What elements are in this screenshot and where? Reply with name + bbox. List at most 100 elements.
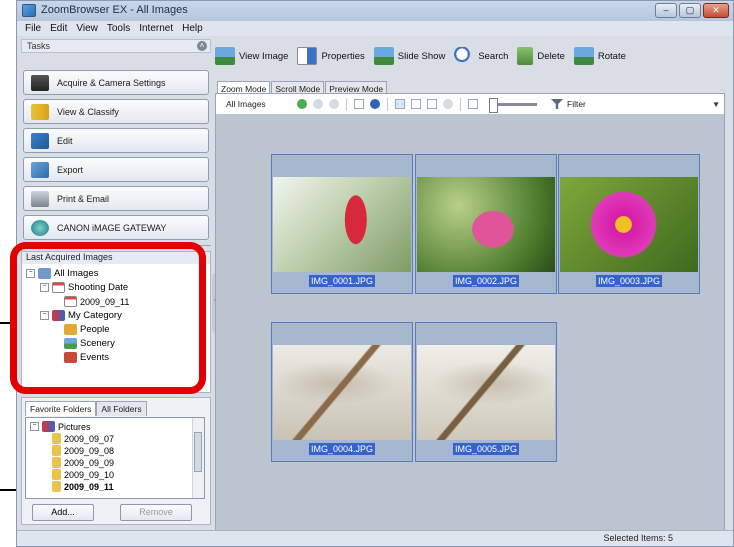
task-label: Acquire & Camera Settings <box>57 77 166 88</box>
thumbnail-item[interactable]: IMG_0003.JPG <box>558 154 700 294</box>
thumbnail-item[interactable]: IMG_0001.JPG <box>271 154 413 294</box>
maximize-button[interactable]: ▢ <box>679 3 701 18</box>
folder-label: 2009_09_08 <box>64 445 115 456</box>
remove-folder-button[interactable]: Remove <box>120 504 192 521</box>
photo-red-flower-bud <box>273 177 411 272</box>
zoom-in-icon[interactable] <box>411 99 421 109</box>
menu-help[interactable]: Help <box>178 21 208 36</box>
canon-image-gateway-button[interactable]: CANON iMAGE GATEWAY <box>23 215 209 240</box>
rotate-button[interactable]: Rotate <box>573 47 626 65</box>
thumbnail-filename: IMG_0005.JPG <box>452 443 520 455</box>
toolbar-label: Delete <box>537 50 565 62</box>
collapse-tasks-icon[interactable]: ˄ <box>197 41 207 51</box>
export-icon <box>31 161 49 178</box>
photo-dragonfly-2 <box>417 345 555 440</box>
fit-icon[interactable] <box>468 99 478 109</box>
export-button[interactable]: Export <box>23 157 209 182</box>
menu-view[interactable]: View <box>72 21 103 36</box>
deselect-icon[interactable] <box>313 99 323 109</box>
select-all-icon[interactable] <box>297 99 307 109</box>
toolbar-label: Properties <box>321 50 365 62</box>
collapse-icon[interactable]: − <box>30 422 39 431</box>
folder-label: 2009_09_07 <box>64 433 115 444</box>
breadcrumb: All Images <box>226 99 266 109</box>
tab-all-folders[interactable]: All Folders <box>96 401 147 416</box>
pictures-folder-icon <box>42 421 55 432</box>
view-classify-button[interactable]: View & Classify <box>23 99 209 124</box>
actual-size-icon[interactable] <box>443 99 453 109</box>
properties-button[interactable]: Properties <box>297 47 365 65</box>
window-title: ZoomBrowser EX - All Images <box>41 4 188 16</box>
filter-label: Filter <box>567 99 586 109</box>
photo-dragonfly-1 <box>273 345 411 440</box>
folder-item-selected[interactable]: 2009_09_11 <box>52 481 114 492</box>
tab-favorite-folders[interactable]: Favorite Folders <box>25 401 97 416</box>
rotate-icon <box>573 47 594 65</box>
info-icon[interactable] <box>370 99 380 109</box>
chevron-down-icon[interactable]: ▼ <box>712 100 720 109</box>
view-image-button[interactable]: View Image <box>215 47 288 65</box>
zoom-out-icon[interactable] <box>427 99 437 109</box>
folder-scrollbar[interactable] <box>192 418 204 498</box>
pointer-tool-icon[interactable] <box>395 99 405 109</box>
thumbnail-item[interactable]: IMG_0002.JPG <box>415 154 557 294</box>
thumbnail-size-slider[interactable] <box>489 97 537 113</box>
slide-show-icon <box>373 47 394 65</box>
search-button[interactable]: Search <box>454 47 508 65</box>
display-options-icon[interactable] <box>354 99 364 109</box>
view-bar: All Images Filter ▼ <box>216 94 724 114</box>
thumbnail-filename: IMG_0004.JPG <box>308 443 376 455</box>
trash-icon <box>517 47 534 65</box>
menu-edit[interactable]: Edit <box>46 21 72 36</box>
folder-item[interactable]: 2009_09_09 <box>52 457 114 468</box>
slide-show-button[interactable]: Slide Show <box>373 47 445 65</box>
task-label: Export <box>57 164 84 175</box>
folder-icon <box>52 457 61 468</box>
scrollbar-thumb[interactable] <box>194 432 202 472</box>
add-folder-button[interactable]: Add... <box>32 504 94 521</box>
separator <box>460 97 461 111</box>
edit-button[interactable]: Edit <box>23 128 209 153</box>
folder-item[interactable]: 2009_09_07 <box>52 433 114 444</box>
toolbar-label: Rotate <box>597 50 626 62</box>
folders-panel: Favorite Folders All Folders − Pictures … <box>21 397 211 525</box>
tasks-header: Tasks ˄ <box>21 39 211 53</box>
delete-button[interactable]: Delete <box>517 47 565 65</box>
status-bar: Selected Items: 5 <box>17 530 733 546</box>
search-icon <box>454 47 475 65</box>
invert-selection-icon[interactable] <box>329 99 339 109</box>
highlight-callout-box <box>10 242 206 394</box>
view-classify-icon <box>31 103 49 120</box>
folder-icon <box>52 469 61 480</box>
image-browser: All Images Filter ▼ IMG_0001.JPG IMG_000… <box>215 93 725 533</box>
filter-button[interactable]: Filter <box>551 99 586 109</box>
task-label: Print & Email <box>57 193 110 204</box>
app-icon <box>22 4 36 17</box>
folder-pictures[interactable]: − Pictures <box>30 421 91 432</box>
menu-file[interactable]: File <box>21 21 46 36</box>
thumbnail-item[interactable]: IMG_0004.JPG <box>271 322 413 462</box>
folder-item[interactable]: 2009_09_08 <box>52 445 114 456</box>
selected-count: Selected Items: 5 <box>603 533 673 543</box>
menu-internet[interactable]: Internet <box>135 21 178 36</box>
minimize-button[interactable]: – <box>655 3 677 18</box>
thumbnail-item[interactable]: IMG_0005.JPG <box>415 322 557 462</box>
main-toolbar: View Image Properties Slide Show Search … <box>215 39 730 73</box>
folder-icon <box>52 481 61 492</box>
close-button[interactable]: ✕ <box>703 3 729 18</box>
task-label: Edit <box>57 135 73 146</box>
thumbnail-grid: IMG_0001.JPG IMG_0002.JPG IMG_0003.JPG I… <box>216 114 724 532</box>
slider-knob[interactable] <box>489 97 498 113</box>
tasks-label: Tasks <box>27 41 51 51</box>
toolbar-label: View Image <box>239 50 289 62</box>
folder-item[interactable]: 2009_09_10 <box>52 469 114 480</box>
menu-tools[interactable]: Tools <box>103 21 135 36</box>
folder-icon <box>52 445 61 456</box>
thumbnail-filename: IMG_0001.JPG <box>308 275 376 287</box>
print-email-button[interactable]: Print & Email <box>23 186 209 211</box>
separator <box>346 97 347 111</box>
filter-icon <box>551 99 563 109</box>
title-bar: ZoomBrowser EX - All Images – ▢ ✕ <box>17 1 733 21</box>
thumbnail-filename: IMG_0003.JPG <box>595 275 663 287</box>
acquire-camera-settings-button[interactable]: Acquire & Camera Settings <box>23 70 209 95</box>
